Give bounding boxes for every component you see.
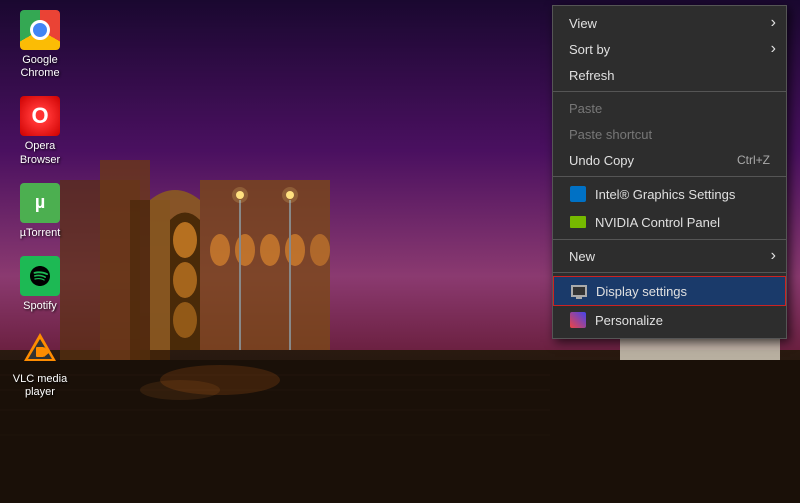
menu-item-personalize[interactable]: Personalize — [553, 306, 786, 334]
chrome-app-icon — [20, 10, 60, 50]
menu-item-new[interactable]: New — [553, 243, 786, 269]
separator-4 — [553, 272, 786, 273]
spotify-label: Spotify — [23, 300, 57, 313]
utorrent-icon-desktop[interactable]: µ µTorrent — [8, 183, 72, 240]
vlc-label: VLC mediaplayer — [13, 373, 67, 399]
utorrent-app-icon: µ — [20, 183, 60, 223]
chrome-icon-desktop[interactable]: GoogleChrome — [8, 10, 72, 80]
menu-item-refresh-label: Refresh — [569, 68, 615, 83]
menu-item-personalize-label: Personalize — [595, 313, 663, 328]
desktop: GoogleChrome O OperaBrowser µ µTorrent S… — [0, 0, 800, 503]
menu-item-refresh[interactable]: Refresh — [553, 62, 786, 88]
menu-item-nvidia-panel-label: NVIDIA Control Panel — [595, 215, 720, 230]
menu-item-intel-settings[interactable]: Intel® Graphics Settings — [553, 180, 786, 208]
menu-item-intel-settings-label: Intel® Graphics Settings — [595, 187, 735, 202]
separator-2 — [553, 176, 786, 177]
menu-item-paste-label: Paste — [569, 101, 602, 116]
separator-1 — [553, 91, 786, 92]
opera-app-icon: O — [20, 96, 60, 136]
menu-item-nvidia-panel[interactable]: NVIDIA Control Panel — [553, 208, 786, 236]
context-menu: View Sort by Refresh Paste Paste shortcu… — [552, 5, 787, 339]
personalize-icon — [569, 311, 587, 329]
intel-icon — [569, 185, 587, 203]
separator-3 — [553, 239, 786, 240]
spotify-app-icon — [20, 256, 60, 296]
vlc-icon-desktop[interactable]: VLC mediaplayer — [8, 329, 72, 399]
menu-item-paste[interactable]: Paste — [553, 95, 786, 121]
opera-icon-desktop[interactable]: O OperaBrowser — [8, 96, 72, 166]
vlc-app-icon — [20, 329, 60, 369]
menu-item-view-label: View — [569, 16, 597, 31]
opera-label: OperaBrowser — [20, 140, 60, 166]
menu-item-sort-by-label: Sort by — [569, 42, 610, 57]
menu-item-new-label: New — [569, 249, 595, 264]
menu-item-display-settings-label: Display settings — [596, 284, 687, 299]
menu-item-view[interactable]: View — [553, 10, 786, 36]
utorrent-label: µTorrent — [20, 227, 61, 240]
undo-copy-shortcut: Ctrl+Z — [737, 153, 770, 167]
menu-item-paste-shortcut-label: Paste shortcut — [569, 127, 652, 142]
nvidia-icon — [569, 213, 587, 231]
menu-item-undo-copy-label: Undo Copy — [569, 153, 634, 168]
display-settings-icon — [570, 282, 588, 300]
menu-item-paste-shortcut[interactable]: Paste shortcut — [553, 121, 786, 147]
desktop-icons: GoogleChrome O OperaBrowser µ µTorrent S… — [0, 0, 80, 503]
menu-item-display-settings[interactable]: Display settings — [553, 276, 786, 306]
menu-item-undo-copy[interactable]: Undo Copy Ctrl+Z — [553, 147, 786, 173]
spotify-icon-desktop[interactable]: Spotify — [8, 256, 72, 313]
menu-item-sort-by[interactable]: Sort by — [553, 36, 786, 62]
chrome-label: GoogleChrome — [20, 54, 59, 80]
